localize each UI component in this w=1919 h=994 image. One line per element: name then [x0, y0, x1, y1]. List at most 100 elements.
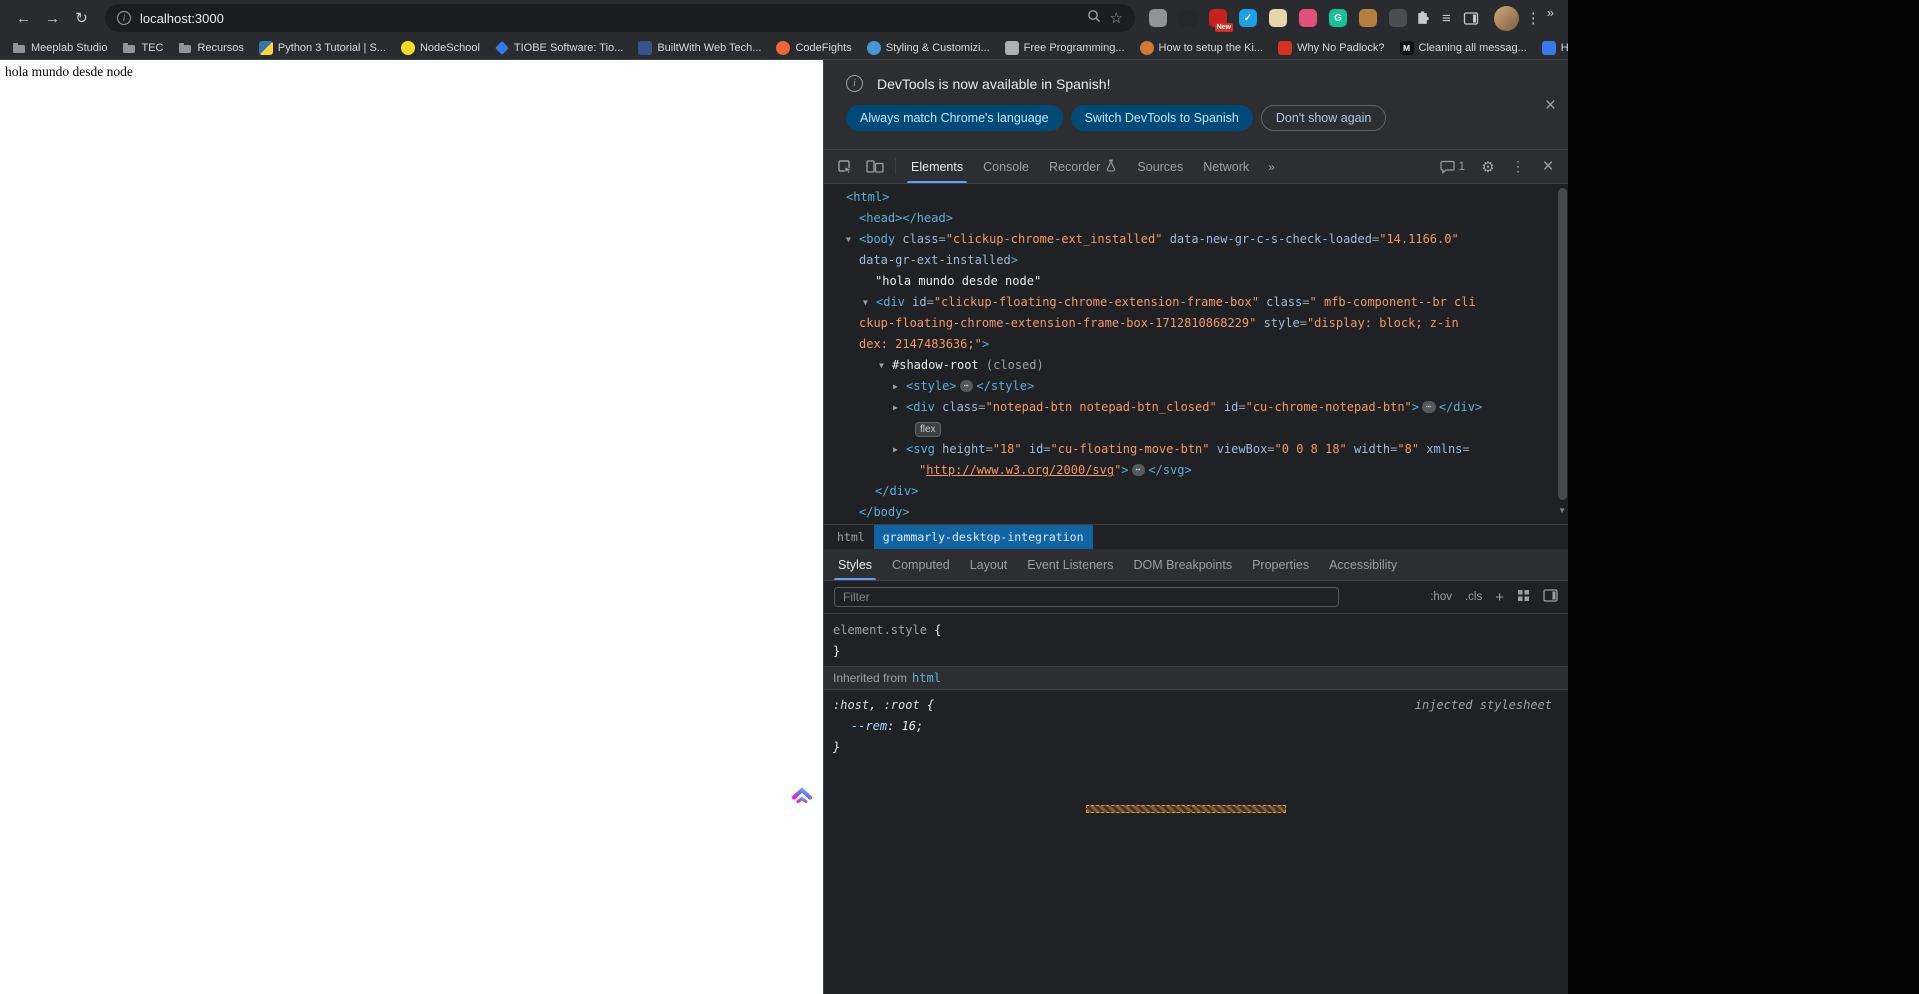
toggle-class-button[interactable]: .cls — [1465, 591, 1482, 603]
forward-button[interactable]: → — [39, 5, 66, 32]
expand-arrow-icon[interactable]: ▶ — [893, 397, 906, 418]
code-line[interactable]: ckup-floating-chrome-extension-frame-box… — [824, 313, 1568, 334]
code-line[interactable]: <head></head> — [824, 208, 1568, 229]
bookmark-item[interactable]: CodeFights — [776, 40, 852, 55]
page-info-icon[interactable]: i — [117, 11, 131, 25]
code-line[interactable]: </div> — [824, 481, 1568, 502]
bookmark-star-icon[interactable]: ☆ — [1110, 11, 1123, 26]
devtools-close-icon[interactable]: × — [1534, 156, 1562, 178]
bookmark-item[interactable]: How to setup the Ki... — [1139, 40, 1263, 55]
code-token: "18" — [992, 442, 1022, 456]
reading-list-icon[interactable]: ≡ — [1437, 10, 1456, 27]
expand-arrow-icon[interactable]: ▶ — [893, 376, 906, 397]
code-line[interactable]: data-gr-ext-installed> — [824, 250, 1568, 271]
code-line[interactable]: ▶ <style> ⋯ </style> — [824, 376, 1568, 397]
code-line[interactable]: --rem: 16; — [824, 716, 1568, 737]
code-line[interactable]: dex: 2147483636;"> — [824, 334, 1568, 355]
styles-tab[interactable]: Event Listeners — [1017, 549, 1123, 580]
devtools-menu-icon[interactable]: ⋮ — [1504, 158, 1532, 175]
bookmark-item[interactable]: NodeSchool — [400, 40, 480, 55]
code-line[interactable]: ▶ <div class="notepad-btn notepad-btn_clo… — [824, 397, 1568, 418]
code-line[interactable]: flex — [824, 418, 1568, 439]
bookmarks-overflow-button[interactable]: » — [1536, 0, 1568, 24]
extension-icon[interactable] — [1299, 9, 1317, 27]
computed-grid-icon[interactable] — [1517, 589, 1530, 605]
devtools-tab[interactable]: Network — [1193, 150, 1259, 183]
extension-icon[interactable]: ✓ — [1239, 9, 1257, 27]
bookmark-item[interactable]: Meeplab Studio — [12, 41, 107, 55]
extension-icon[interactable] — [1179, 9, 1197, 27]
code-line[interactable]: } — [824, 737, 1568, 758]
extension-icon[interactable]: New — [1209, 9, 1233, 32]
extension-icon[interactable]: G — [1329, 9, 1347, 27]
reload-button[interactable]: ↻ — [68, 5, 95, 32]
bookmark-item[interactable]: Recursos — [178, 41, 244, 55]
inspect-element-icon[interactable] — [830, 150, 860, 183]
bookmark-item[interactable]: TEC — [122, 41, 163, 55]
styles-tab[interactable]: Accessibility — [1319, 549, 1407, 580]
banner-button[interactable]: Switch DevTools to Spanish — [1070, 105, 1253, 131]
issues-counter[interactable]: 1 — [1433, 160, 1472, 174]
bookmark-item[interactable]: Python 3 Tutorial | S... — [258, 40, 386, 55]
search-icon[interactable] — [1087, 9, 1101, 28]
extension-icon[interactable] — [1359, 9, 1377, 27]
styles-sidebar-tabs: Styles Computed Layout Event Listeners D… — [824, 549, 1568, 581]
extensions-puzzle-icon[interactable] — [1409, 10, 1435, 26]
bookmark-item[interactable]: BuiltWith Web Tech... — [638, 40, 761, 55]
code-line[interactable]: ▼ <div id="clickup-floating-chrome-extens… — [824, 292, 1568, 313]
inherited-from-label: Inherited from — [833, 671, 908, 685]
styles-tab[interactable]: Computed — [882, 549, 960, 580]
devtools-tab[interactable]: Elements — [901, 150, 973, 183]
bookmark-item[interactable]: Homework Lesson 1... — [1541, 40, 1568, 55]
code-line[interactable]: "http://www.w3.org/2000/svg"> ⋯ </svg> — [824, 460, 1568, 481]
code-line[interactable]: ▼ <body class="clickup-chrome-ext_install… — [824, 229, 1568, 250]
expand-arrow-icon[interactable]: ▶ — [893, 439, 906, 460]
styles-filter-input[interactable] — [834, 587, 1339, 607]
banner-close-icon[interactable]: × — [1545, 96, 1556, 115]
styles-tab[interactable]: Styles — [828, 549, 882, 580]
bookmark-item[interactable]: Free Programming... — [1004, 40, 1125, 55]
code-line[interactable]: element.style { — [824, 620, 1568, 641]
code-line[interactable]: ▶ <svg height="18" id="cu-floating-move-b… — [824, 439, 1568, 460]
tree-scroll-down-icon[interactable]: ▼ — [1558, 506, 1566, 515]
bookmark-item[interactable]: Why No Padlock? — [1278, 40, 1385, 55]
styles-tab[interactable]: Layout — [960, 549, 1018, 580]
side-panel-icon[interactable] — [1458, 11, 1484, 25]
sidebar-toggle-icon[interactable] — [1543, 589, 1558, 605]
bookmark-favicon — [866, 40, 881, 55]
extension-icon[interactable] — [1269, 9, 1287, 27]
device-toolbar-icon[interactable] — [860, 150, 890, 183]
devtools-tab[interactable]: Console — [973, 150, 1039, 183]
inherited-element-link[interactable]: html — [912, 671, 941, 685]
toggle-hover-button[interactable]: :hov — [1430, 591, 1452, 603]
clickup-floating-button[interactable] — [791, 784, 813, 809]
breadcrumb-item[interactable]: grammarly-desktop-integration — [873, 525, 1093, 549]
code-line[interactable]: <html> — [824, 187, 1568, 208]
expand-arrow-icon[interactable]: ▼ — [879, 355, 892, 376]
code-line[interactable]: "hola mundo desde node" — [824, 271, 1568, 292]
expand-arrow-icon[interactable]: ▼ — [846, 229, 859, 250]
back-button[interactable]: ← — [10, 5, 37, 32]
more-tabs-button[interactable]: » — [1259, 150, 1284, 183]
new-style-rule-button[interactable]: + — [1495, 590, 1504, 605]
address-bar[interactable]: i localhost:3000 ☆ — [105, 4, 1135, 32]
breadcrumb-item[interactable]: html — [828, 525, 874, 549]
code-line[interactable]: </body> — [824, 502, 1568, 523]
extension-icon[interactable] — [1389, 9, 1407, 27]
extension-icon[interactable] — [1149, 9, 1167, 27]
code-line[interactable]: ▼ #shadow-root (closed) — [824, 355, 1568, 376]
code-line[interactable]: } — [824, 641, 1568, 662]
bookmark-item[interactable]: Styling & Customizi... — [866, 40, 990, 55]
bookmark-item[interactable]: M Cleaning all messag... — [1399, 40, 1527, 55]
banner-button[interactable]: Always match Chrome's language — [846, 105, 1063, 131]
devtools-tab[interactable]: Sources — [1127, 150, 1193, 183]
devtools-tab[interactable]: Recorder — [1039, 150, 1127, 183]
tree-scrollbar-thumb[interactable] — [1558, 188, 1567, 500]
expand-arrow-icon[interactable]: ▼ — [863, 292, 876, 313]
banner-button[interactable]: Don't show again — [1260, 105, 1387, 131]
profile-avatar[interactable] — [1493, 5, 1519, 31]
styles-tab[interactable]: Properties — [1242, 549, 1319, 580]
styles-tab[interactable]: DOM Breakpoints — [1123, 549, 1242, 580]
bookmark-item[interactable]: TIOBE Software: Tio... — [494, 40, 623, 55]
settings-gear-icon[interactable]: ⚙ — [1474, 158, 1502, 176]
